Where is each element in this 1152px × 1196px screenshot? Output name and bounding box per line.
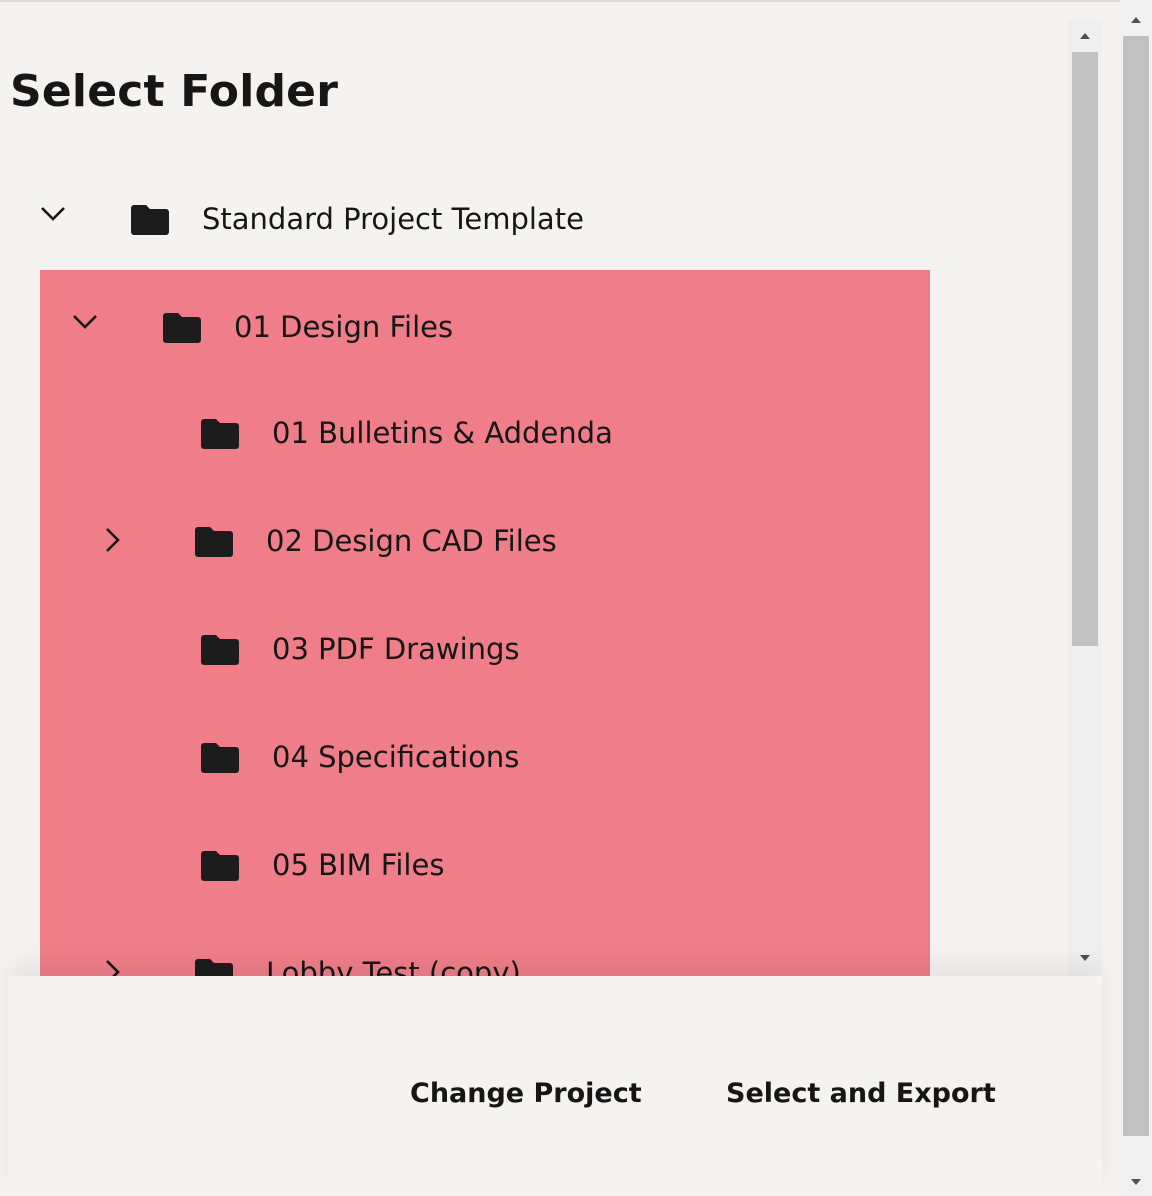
- tree-item-standard-project-template[interactable]: Standard Project Template: [0, 160, 1068, 268]
- tree-item-01-design-files[interactable]: 01 Design Files: [0, 268, 1068, 376]
- folder-icon: [161, 310, 203, 344]
- tree-item-01-bulletins-addenda[interactable]: 01 Bulletins & Addenda: [0, 374, 1068, 482]
- tree-item-02-design-cad-files[interactable]: 02 Design CAD Files: [0, 482, 1068, 590]
- tree-item-05-bim-files[interactable]: 05 BIM Files: [0, 806, 1068, 914]
- tree-item-label: 03 PDF Drawings: [272, 632, 520, 666]
- chevron-right-icon[interactable]: [99, 527, 125, 553]
- tree-scrollbar-thumb[interactable]: [1072, 52, 1098, 646]
- change-project-button[interactable]: Change Project: [410, 1076, 642, 1112]
- tree-item-03-pdf-drawings[interactable]: 03 PDF Drawings: [0, 590, 1068, 698]
- folder-icon: [193, 524, 235, 558]
- folder-icon: [199, 632, 241, 666]
- folder-icon: [199, 740, 241, 774]
- folder-icon: [193, 956, 235, 976]
- tree-item-label: 04 Specifications: [272, 740, 520, 774]
- page-scrollbar[interactable]: [1120, 0, 1152, 1196]
- tree-item-label: 01 Design Files: [234, 310, 454, 344]
- dialog-title: Select Folder: [10, 66, 339, 117]
- scroll-down-arrow-icon[interactable]: [1078, 950, 1092, 964]
- chevron-down-icon[interactable]: [40, 200, 66, 226]
- scroll-up-arrow-icon[interactable]: [1078, 28, 1092, 42]
- tree-item-label: Standard Project Template: [202, 202, 584, 236]
- dialog-footer: Change Project Select and Export: [8, 976, 1102, 1196]
- tree-item-04-specifications[interactable]: 04 Specifications: [0, 698, 1068, 806]
- page-scrollbar-thumb[interactable]: [1123, 36, 1149, 1136]
- chevron-right-icon[interactable]: [99, 959, 125, 976]
- scroll-down-arrow-icon[interactable]: [1129, 1174, 1143, 1188]
- tree-item-label: 05 BIM Files: [272, 848, 445, 882]
- chevron-down-icon[interactable]: [72, 308, 98, 334]
- folder-tree[interactable]: Standard Project Template 01 Design File…: [0, 160, 1068, 976]
- tree-item-label: 01 Bulletins & Addenda: [272, 416, 613, 450]
- tree-item-label: Lobby Test (copy): [266, 956, 521, 976]
- tree-scrollbar[interactable]: [1068, 20, 1102, 976]
- tree-item-label: 02 Design CAD Files: [266, 524, 557, 558]
- window-top-border: [0, 0, 1152, 2]
- scroll-up-arrow-icon[interactable]: [1129, 12, 1143, 26]
- folder-icon: [129, 202, 171, 236]
- folder-icon: [199, 848, 241, 882]
- tree-item-lobby-test-copy[interactable]: Lobby Test (copy): [0, 914, 1068, 976]
- select-and-export-button[interactable]: Select and Export: [726, 1076, 996, 1112]
- folder-icon: [199, 416, 241, 450]
